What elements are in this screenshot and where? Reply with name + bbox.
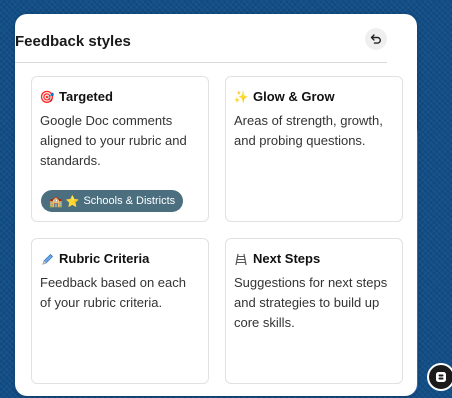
pencil-icon <box>40 253 54 266</box>
undo-button[interactable] <box>365 28 387 50</box>
card-title: Targeted <box>59 89 113 104</box>
app-logo-icon <box>436 372 446 382</box>
card-next-steps[interactable]: Next Steps Suggestions for next steps an… <box>225 238 403 384</box>
panel-title: Feedback styles <box>15 33 131 50</box>
card-title: Rubric Criteria <box>59 251 150 266</box>
card-description: Feedback based on each of your rubric cr… <box>40 275 186 310</box>
card-targeted[interactable]: 🎯 Targeted Google Doc comments aligned t… <box>31 76 209 222</box>
ladder-icon <box>234 253 248 266</box>
card-title: Glow & Grow <box>253 89 335 104</box>
card-description: Areas of strength, growth, and probing q… <box>234 113 383 148</box>
card-description: Google Doc comments aligned to your rubr… <box>40 113 187 168</box>
badge-label: Schools & Districts <box>83 195 176 207</box>
card-description: Suggestions for next steps and strategie… <box>234 275 388 330</box>
panel-header: Feedback styles <box>15 22 387 63</box>
schools-districts-badge: 🏫 ⭐ Schools & Districts <box>41 190 184 212</box>
card-rubric-criteria[interactable]: Rubric Criteria Feedback based on each o… <box>31 238 209 384</box>
card-title: Next Steps <box>253 251 321 266</box>
undo-icon <box>370 34 381 44</box>
card-glow-grow[interactable]: ✨ Glow & Grow Areas of strength, growth,… <box>225 76 403 222</box>
floating-app-button[interactable] <box>427 363 452 391</box>
sparkles-icon: ✨ <box>233 90 249 104</box>
target-icon: 🎯 <box>39 90 55 104</box>
school-star-icon: 🏫 ⭐ <box>49 195 80 208</box>
